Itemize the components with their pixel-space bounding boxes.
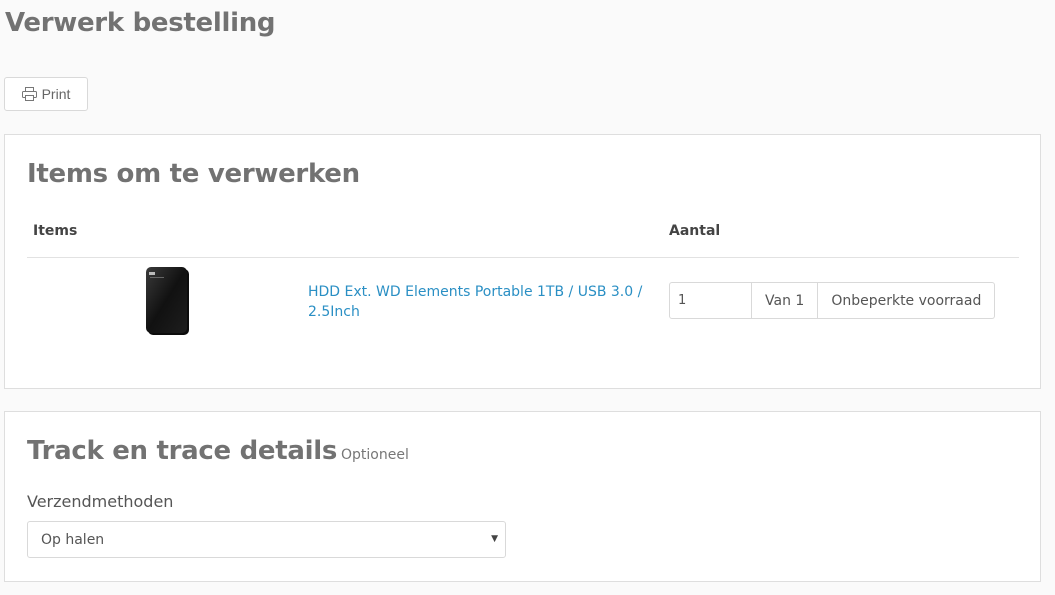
items-section-title: Items om te verwerken [27, 159, 360, 189]
tracking-panel: Track en trace details Optioneel Verzendm… [4, 411, 1041, 582]
product-name-link[interactable]: HDD Ext. WD Elements Portable 1TB / USB … [308, 282, 658, 322]
print-button[interactable]: Print [4, 77, 88, 111]
column-header-quantity: Aantal [669, 223, 721, 239]
quantity-input-group: Van 1 Onbeperkte voorraad [669, 282, 996, 319]
shipping-method-label: Verzendmethoden [27, 492, 174, 511]
product-image [141, 263, 191, 339]
tracking-section-title: Track en trace details Optioneel [27, 436, 409, 466]
column-header-items: Items [33, 223, 78, 239]
quantity-input[interactable] [669, 282, 752, 319]
table-divider [27, 257, 1019, 258]
tracking-title-text: Track en trace details [27, 436, 338, 466]
shipping-method-select[interactable]: Op halen ▼ [27, 521, 506, 558]
dropdown-arrow-icon: ▼ [491, 534, 498, 544]
shipping-method-value: Op halen [41, 531, 105, 548]
stock-status-label: Onbeperkte voorraad [818, 282, 996, 319]
optional-label: Optioneel [341, 447, 409, 463]
items-panel: Items om te verwerken Items Aantal HDD E… [4, 134, 1041, 389]
print-button-label: Print [41, 86, 71, 102]
page-title: Verwerk bestelling [5, 8, 276, 38]
printer-icon [21, 87, 37, 101]
quantity-of-label: Van 1 [752, 282, 819, 319]
